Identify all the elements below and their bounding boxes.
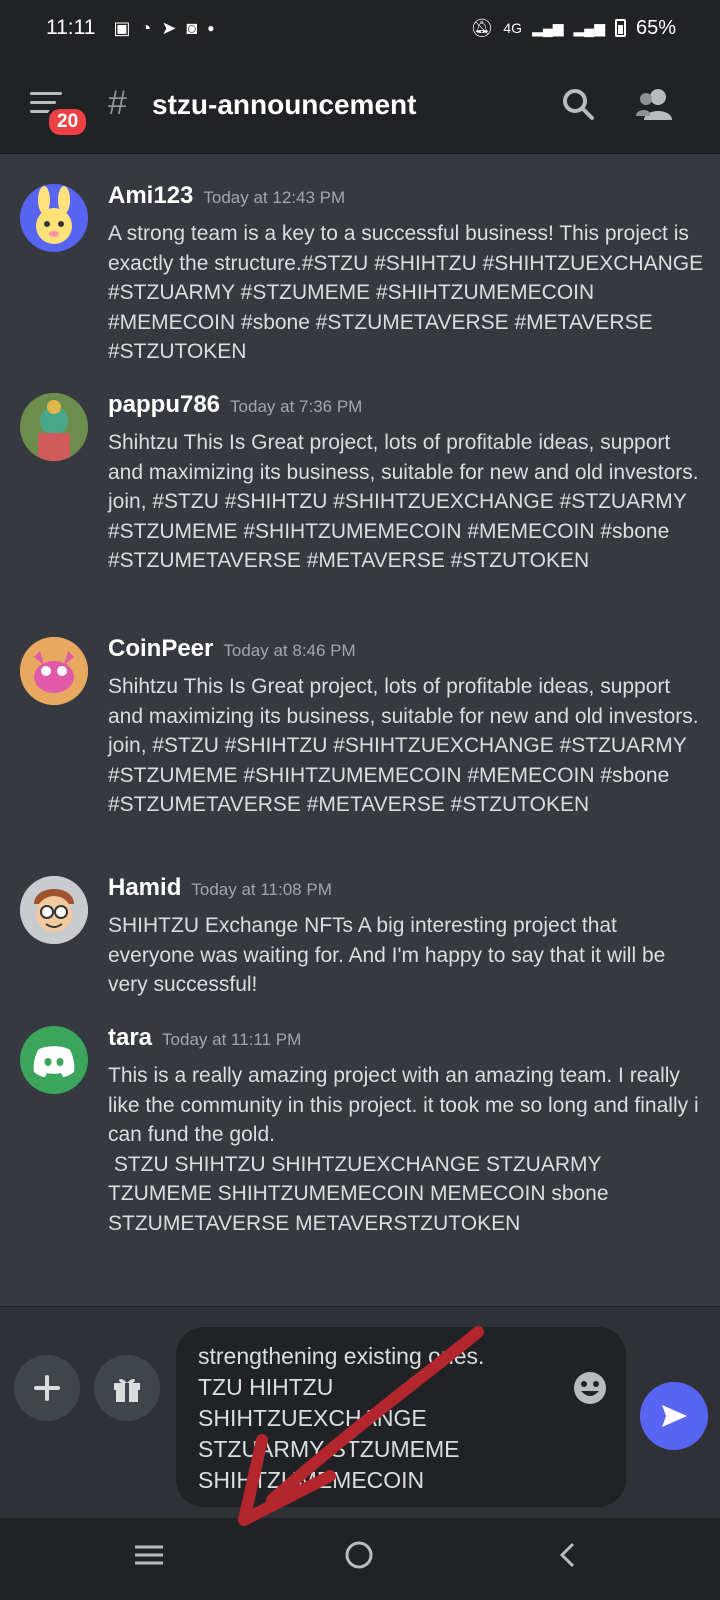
send-icon	[662, 1405, 687, 1427]
gift-button[interactable]	[94, 1355, 160, 1421]
members-icon	[636, 89, 672, 120]
back-button[interactable]	[552, 1538, 586, 1577]
search-icon	[563, 89, 594, 120]
notification-icons: ▣ ◔ ➤ ◙ ●	[113, 18, 214, 39]
message-timestamp: Today at 8:46 PM	[223, 641, 356, 660]
channel-title: stzu-announcement	[152, 89, 417, 120]
author-name[interactable]: tara	[108, 1024, 152, 1051]
app-icon: ◙	[186, 17, 198, 38]
composer-bar: strengthening existing ones. TZU HIHTZU …	[0, 1306, 720, 1519]
message-list[interactable]: Ami123 Today at 12:43 PM A strong team is…	[0, 154, 720, 1304]
message-author[interactable]: tara Today at 11:11 PM	[108, 1024, 301, 1052]
menu-button[interactable]: 20	[30, 92, 90, 138]
channel-header: 20 # stzu-announcement	[0, 56, 720, 154]
battery-level: 65%	[635, 16, 676, 39]
attach-button[interactable]	[14, 1355, 80, 1421]
message-content: Shihtzu This Is Great project, lots of p…	[108, 675, 705, 817]
author-name[interactable]: pappu786	[108, 391, 220, 418]
author-name[interactable]: CoinPeer	[108, 635, 213, 662]
message-timestamp: Today at 7:36 PM	[230, 397, 363, 416]
author-name[interactable]: Ami123	[108, 182, 193, 209]
status-right: 🔕︎ 4G ▂▄▆ ▂▄▆ 65%	[471, 17, 676, 40]
network-label: 4G	[503, 20, 523, 36]
user-avatar[interactable]	[20, 1026, 88, 1094]
status-bar: 11:11 ▣ ◔ ➤ ◙ ● 🔕︎ 4G ▂▄▆ ▂▄▆ 65%	[0, 0, 720, 56]
user-avatar[interactable]	[20, 876, 88, 944]
boy-glasses-avatar-icon	[20, 876, 88, 944]
gallery-icon: ▣	[113, 17, 131, 38]
recent-apps-button[interactable]	[132, 1538, 166, 1577]
message-timestamp: Today at 11:08 PM	[191, 880, 332, 899]
user-avatar[interactable]	[20, 637, 88, 705]
plus-icon	[34, 1375, 60, 1401]
message-content: This is a really amazing project with an…	[108, 1064, 699, 1235]
channel-hash-icon: #	[108, 84, 127, 122]
deity-avatar-icon	[20, 393, 88, 461]
signal-icon-2: ▂▄▆	[573, 19, 605, 36]
telegram-icon: ➤	[161, 17, 177, 38]
message-timestamp: Today at 12:43 PM	[203, 188, 346, 207]
emoji-icon	[574, 1372, 606, 1404]
home-circle-icon	[345, 1541, 373, 1569]
message-content: Shihtzu This Is Great project, lots of p…	[108, 431, 705, 573]
members-button[interactable]	[636, 86, 676, 127]
author-name[interactable]: Hamid	[108, 874, 181, 901]
message-content: SHIHTZU Exchange NFTs A big interesting …	[108, 914, 672, 997]
search-button[interactable]	[560, 86, 596, 127]
message-author[interactable]: CoinPeer Today at 8:46 PM	[108, 635, 356, 663]
user-avatar[interactable]	[20, 393, 88, 461]
gift-icon	[114, 1378, 140, 1402]
dot-icon: ●	[207, 21, 215, 35]
message-author[interactable]: Ami123 Today at 12:43 PM	[108, 182, 345, 210]
message-author[interactable]: Hamid Today at 11:08 PM	[108, 874, 332, 902]
message-author[interactable]: pappu786 Today at 7:36 PM	[108, 391, 362, 419]
navigation-bar	[0, 1518, 720, 1600]
home-button[interactable]	[342, 1538, 376, 1577]
cartoon-avatar-icon	[20, 637, 88, 705]
emoji-button[interactable]	[572, 1370, 608, 1411]
message-input[interactable]: strengthening existing ones. TZU HIHTZU …	[176, 1327, 626, 1507]
user-avatar[interactable]	[20, 184, 88, 252]
messenger-icon: ◔	[140, 17, 152, 38]
unread-badge: 20	[46, 106, 90, 138]
message-timestamp: Today at 11:11 PM	[162, 1030, 302, 1049]
bunny-avatar-icon	[36, 186, 72, 244]
battery-icon	[614, 19, 626, 37]
send-button[interactable]	[640, 1382, 708, 1450]
discord-logo-icon	[33, 1046, 75, 1077]
message-content: A strong team is a key to a successful b…	[108, 222, 709, 364]
back-chevron-icon	[559, 1542, 575, 1568]
signal-icon: ▂▄▆	[532, 19, 564, 36]
recents-icon	[135, 1545, 163, 1565]
mute-icon: 🔕︎	[470, 17, 494, 38]
status-time: 11:11	[46, 16, 96, 39]
